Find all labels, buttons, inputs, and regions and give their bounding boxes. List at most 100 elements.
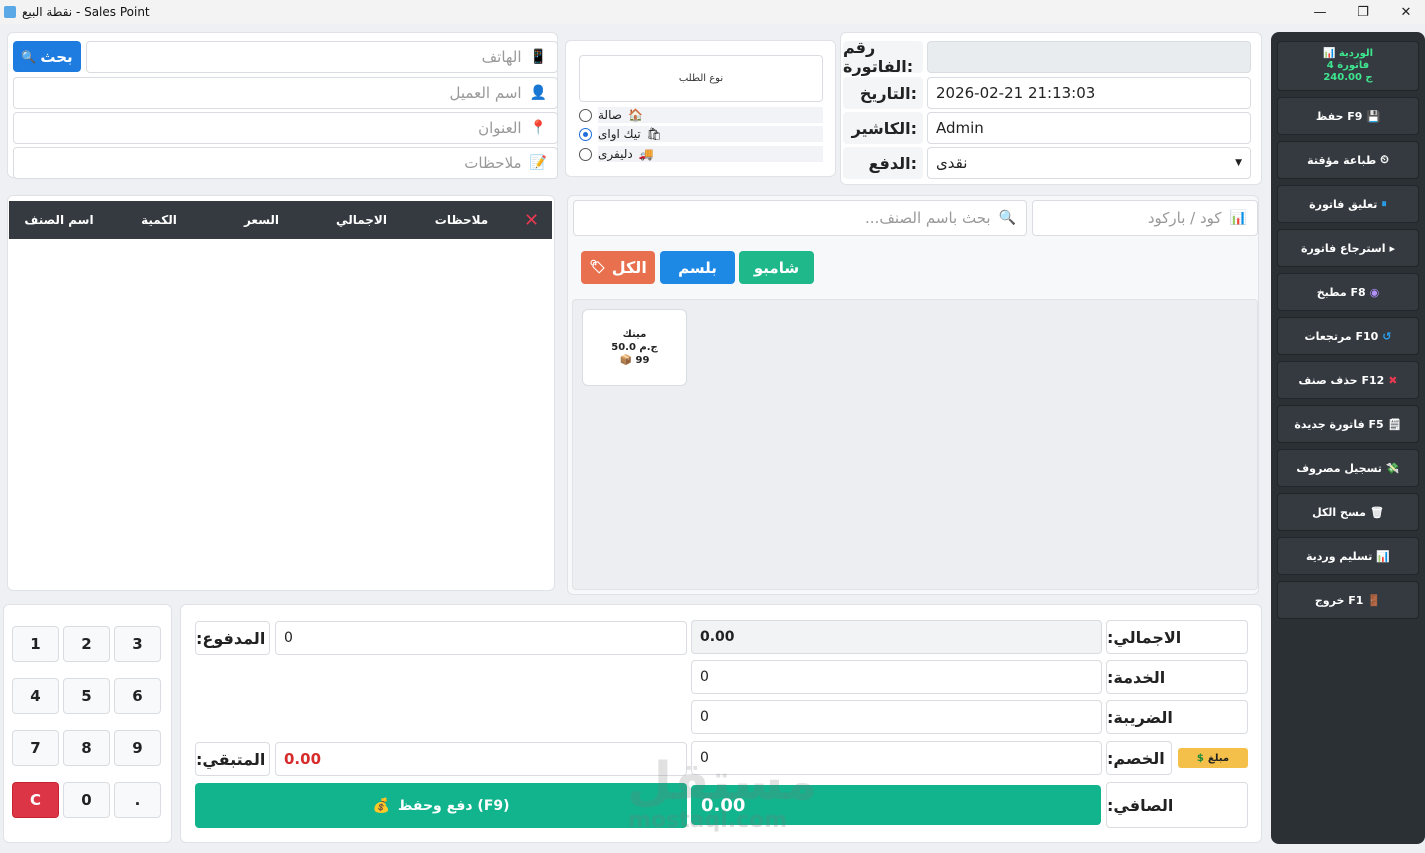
new-invoice-icon: 🗒: [1387, 417, 1402, 431]
customer-search-button[interactable]: 🔍 بحث: [13, 41, 81, 72]
total-value: 0.00: [691, 620, 1102, 654]
maximize-button[interactable]: ❐: [1340, 0, 1386, 24]
timer-icon: ⏲: [1380, 153, 1389, 166]
invoice-number-label: رقم الفاتورة:: [843, 38, 923, 76]
barcode-placeholder: كود / باركود: [1147, 209, 1222, 227]
service-field[interactable]: 0: [691, 660, 1102, 694]
sidebar-recall-invoice-button[interactable]: ▸ استرجاع فاتورة: [1277, 229, 1419, 267]
radio-delivery[interactable]: [579, 147, 592, 161]
category-shampoo-button[interactable]: شامبو: [739, 251, 814, 284]
category-all-button[interactable]: 🏷 الكل: [581, 251, 655, 284]
remaining-label: المتبقي:: [195, 742, 270, 776]
date-field[interactable]: 2026-02-21 21:13:03: [927, 77, 1251, 109]
option-takeaway-label: تيك اواى: [598, 127, 641, 141]
sidebar-temp-print-button[interactable]: ⏲ طباعة مؤقتة: [1277, 141, 1419, 179]
key-1[interactable]: 1: [12, 626, 59, 662]
remaining-label-text: المتبقي:: [196, 749, 266, 769]
order-type-option-takeaway[interactable]: 🛍 تيك اواى: [579, 126, 823, 142]
col-item-name: اسم الصنف: [24, 213, 94, 227]
phone-field[interactable]: 📱 الهاتف: [86, 41, 558, 73]
tax-field[interactable]: 0: [691, 700, 1102, 734]
key-4[interactable]: 4: [12, 678, 59, 714]
search-icon: 🔍: [21, 49, 37, 64]
sidebar-save-label: F9 حفظ: [1315, 109, 1363, 123]
radio-takeaway[interactable]: [579, 127, 592, 141]
close-button[interactable]: ✕: [1383, 0, 1425, 24]
pay-and-save-button[interactable]: 💰 دفع وحفظ (F9): [195, 783, 687, 828]
category-all-label: الكل: [611, 258, 647, 277]
sidebar-new-invoice-button[interactable]: 🗒 F5 فاتورة جديدة: [1277, 405, 1419, 443]
key-9[interactable]: 9: [114, 730, 161, 766]
barcode-field[interactable]: 📊 كود / باركود: [1032, 200, 1258, 236]
sidebar-expense-button[interactable]: 💸 تسجيل مصروف: [1277, 449, 1419, 487]
order-type-option-hall[interactable]: 🏠 صالة: [579, 107, 823, 123]
sidebar-kitchen-button[interactable]: ◉ F8 مطبخ: [1277, 273, 1419, 311]
key-2[interactable]: 2: [63, 626, 110, 662]
product-search-placeholder: بحث باسم الصنف...: [865, 209, 991, 227]
user-icon: 👤: [529, 85, 547, 101]
sidebar-handover-shift-button[interactable]: 📊 تسليم وردية: [1277, 537, 1419, 575]
phone-placeholder: الهاتف: [481, 48, 522, 66]
sidebar-save-button[interactable]: 💾 F9 حفظ: [1277, 97, 1419, 135]
product-name: مينك: [622, 329, 647, 340]
address-placeholder: العنوان: [478, 119, 522, 137]
phone-icon: 📱: [529, 49, 547, 65]
radio-hall[interactable]: [579, 108, 592, 122]
product-name-search-field[interactable]: 🔍 بحث باسم الصنف...: [573, 200, 1027, 236]
key-dot[interactable]: .: [114, 782, 161, 818]
service-label: الخدمة:: [1106, 660, 1248, 694]
paid-field[interactable]: 0: [275, 621, 687, 655]
cart-table-header: اسم الصنف الكمية السعر الاجمالي ملاحظات …: [9, 201, 552, 239]
product-price: 50.0 ج.م: [611, 342, 658, 353]
product-card[interactable]: مينك 50.0 ج.م 📦 99: [582, 309, 687, 386]
net-label-text: الصافي:: [1107, 795, 1174, 815]
key-0[interactable]: 0: [63, 782, 110, 818]
category-conditioner-button[interactable]: بلسم: [660, 251, 735, 284]
sidebar-exit-label: F1 خروج: [1314, 593, 1364, 607]
product-stock-value: 99: [635, 355, 650, 366]
key-7[interactable]: 7: [12, 730, 59, 766]
shift-invoices: 4 فاتورة: [1326, 60, 1370, 71]
house-icon: 🏠: [627, 108, 643, 122]
sidebar-returns-button[interactable]: ↺ F10 مرتجعات: [1277, 317, 1419, 355]
barcode-icon: 📊: [1229, 210, 1247, 226]
notes-placeholder: ملاحظات: [464, 154, 522, 172]
tax-label: الضريبة:: [1106, 700, 1248, 734]
discount-field[interactable]: 0: [691, 741, 1102, 775]
sidebar-exit-button[interactable]: 🚪 F1 خروج: [1277, 581, 1419, 619]
col-price: السعر: [243, 213, 280, 227]
clear-cart-icon[interactable]: ✕: [519, 210, 544, 231]
sidebar-delete-item-button[interactable]: ✖ F12 حذف صنف: [1277, 361, 1419, 399]
sidebar-hold-invoice-button[interactable]: ⏸ تعليق فاتورة: [1277, 185, 1419, 223]
return-icon: ↺: [1382, 329, 1392, 343]
invoice-number-field: [927, 41, 1251, 73]
cart-panel: [7, 195, 555, 591]
search-icon: 🔍: [998, 210, 1016, 226]
sidebar-new-invoice-label: F5 فاتورة جديدة: [1294, 417, 1384, 431]
net-value: 0.00: [691, 785, 1101, 825]
search-button-label: بحث: [40, 47, 73, 66]
sidebar-clear-all-button[interactable]: 🗑 مسح الكل: [1277, 493, 1419, 531]
customer-name-field[interactable]: 👤 اسم العميل: [13, 77, 558, 109]
remaining-value: 0.00: [275, 742, 687, 776]
trash-icon: 🗑: [1369, 505, 1384, 519]
key-clear[interactable]: C: [12, 782, 59, 818]
chart-icon: 📊: [1376, 549, 1391, 563]
window-title: نقطة البيع - Sales Point: [22, 5, 150, 19]
key-5[interactable]: 5: [63, 678, 110, 714]
tag-icon: 🏷: [589, 260, 606, 275]
date-label: التاريخ:: [843, 77, 923, 109]
key-8[interactable]: 8: [63, 730, 110, 766]
minimize-button[interactable]: —: [1297, 0, 1343, 24]
notes-field[interactable]: 📝 ملاحظات: [13, 147, 558, 179]
door-icon: 🚪: [1367, 593, 1382, 607]
discount-type-toggle[interactable]: مبلغ $: [1178, 748, 1248, 768]
address-field[interactable]: 📍 العنوان: [13, 112, 558, 144]
payment-select[interactable]: نقدى ▼: [927, 147, 1251, 179]
shift-title: 📊 الوردية: [1323, 48, 1373, 60]
discount-label-text: الخصم:: [1107, 748, 1165, 768]
key-3[interactable]: 3: [114, 626, 161, 662]
order-type-option-delivery[interactable]: 🚚 دليفرى: [579, 146, 823, 162]
discount-label: الخصم:: [1106, 741, 1172, 775]
key-6[interactable]: 6: [114, 678, 161, 714]
